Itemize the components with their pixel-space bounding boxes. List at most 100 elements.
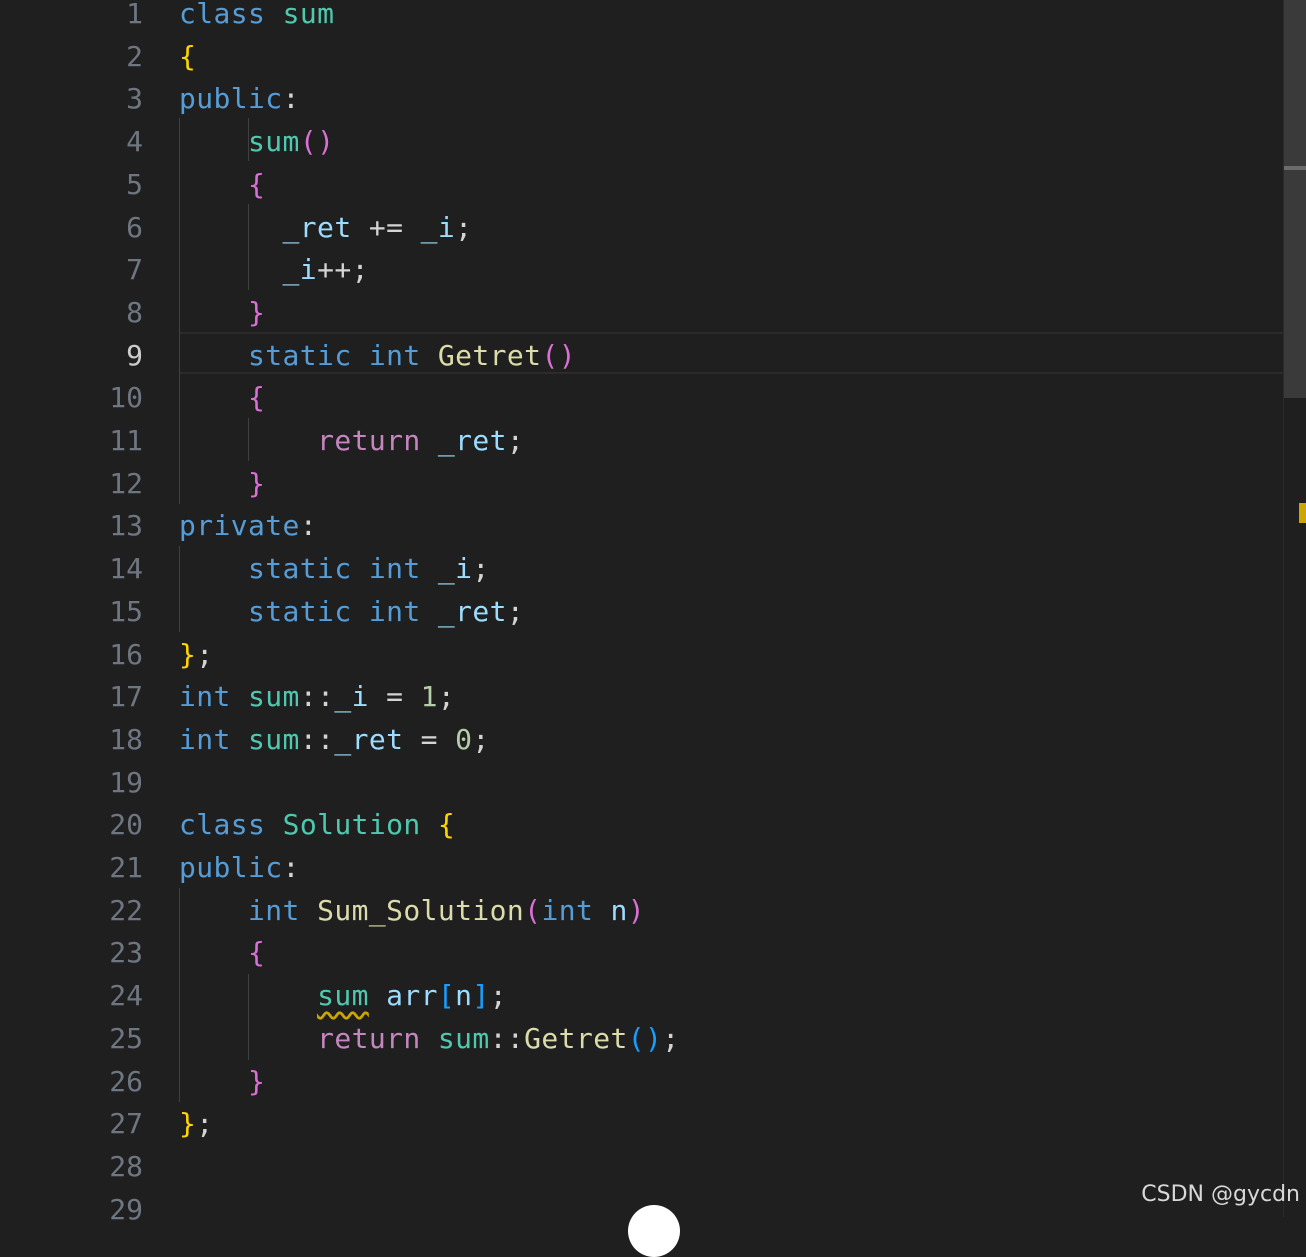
code-token: _ret [334,722,404,756]
code-token: () [299,125,335,159]
code-token: } [248,295,266,329]
code-token: public [179,82,283,116]
line-number: 10 [109,381,143,415]
line-number: 15 [109,594,143,628]
code-line[interactable]: 17 int sum::_i = 1; [0,675,1283,718]
scrollbar-warning-marker [1299,503,1306,523]
code-token: _ret [437,594,507,628]
line-number: 18 [109,722,143,756]
code-token: ; [196,637,214,671]
code-token: int [541,893,594,927]
code-line[interactable]: 27}; [0,1102,1283,1145]
line-number: 5 [126,167,143,201]
code-token: = [368,680,421,714]
line-code: } [179,291,265,334]
code-line[interactable]: 19 [0,761,1283,804]
line-code: static int _ret; [179,590,524,633]
code-line[interactable]: 11 return _ret; [0,419,1283,462]
code-line[interactable]: 20 class Solution { [0,803,1283,846]
code-line[interactable]: 6 _ret += _i; [0,206,1283,249]
line-code: { [179,376,265,419]
line-number: 1 [126,0,143,30]
code-token: } [248,1064,266,1098]
line-code: class Solution { [179,803,455,846]
code-token: ( [524,893,542,927]
line-number: 6 [126,210,143,244]
line-code: static int Getret() [179,334,576,377]
line-code: public: [179,77,300,120]
vertical-scrollbar[interactable] [1283,0,1306,1217]
code-token: class [179,0,266,30]
code-line[interactable]: 8 } [0,291,1283,334]
code-token: ; [472,722,490,756]
code-line[interactable]: 4 sum() [0,120,1283,163]
line-number: 26 [109,1064,143,1098]
line-code: }; [179,633,214,676]
code-token: { [437,808,456,842]
line-number: 22 [109,893,143,927]
code-line[interactable]: 9 static int Getret() [0,334,1283,377]
line-number: 25 [109,1021,143,1055]
code-line[interactable]: 5 { [0,163,1283,206]
code-line[interactable]: 25 return sum::Getret(); [0,1017,1283,1060]
line-code: { [179,163,265,206]
line-code: } [179,1060,265,1103]
code-token: int [179,680,231,714]
code-token: Getret [437,338,542,372]
code-line[interactable]: 21 public: [0,846,1283,889]
code-token: static [248,552,352,586]
code-line[interactable]: 26 } [0,1060,1283,1103]
code-token: () [627,1021,663,1055]
code-line[interactable]: 3 public: [0,77,1283,120]
code-token: ; [455,210,473,244]
code-line[interactable]: 16}; [0,633,1283,676]
code-line[interactable]: 23 { [0,931,1283,974]
scrollbar-cursor-marker [1284,166,1306,170]
code-token: { [248,167,266,201]
code-token: () [541,338,576,372]
line-number: 7 [126,253,143,287]
code-token: ) [627,893,646,927]
code-line[interactable]: 28 [0,1145,1283,1188]
code-token: { [248,381,266,415]
code-line[interactable]: 22 int Sum_Solution(int n) [0,889,1283,932]
code-line[interactable]: 2{ [0,35,1283,78]
code-line[interactable]: 7 _i++; [0,248,1283,291]
code-editor[interactable]: 1 class sum 2{3 public: 4 sum() 5 {6 _ret += … [0,0,1306,1226]
code-token: ; [506,594,525,628]
code-line[interactable]: 15 static int _ret; [0,590,1283,633]
code-token: } [179,1107,197,1141]
code-line[interactable]: 14 static int _i; [0,547,1283,590]
code-line[interactable]: 13 private: [0,504,1283,547]
code-line[interactable]: 24 sum arr[n]; [0,974,1283,1017]
line-number: 16 [109,637,143,671]
code-token: sum [248,125,300,159]
code-token: 0 [455,722,473,756]
code-line[interactable]: 12 } [0,462,1283,505]
code-token: :: [299,680,335,714]
line-number: 28 [109,1149,143,1183]
line-code: } [179,462,265,505]
code-line[interactable]: 10 { [0,376,1283,419]
code-line[interactable]: 1 class sum [0,0,1283,35]
line-code: }; [179,1102,214,1145]
code-line[interactable]: 18 int sum::_ret = 0; [0,718,1283,761]
overlay-circle-button[interactable] [628,1205,680,1257]
line-number: 12 [109,466,143,500]
line-number: 8 [126,295,143,329]
scrollbar-thumb[interactable] [1284,0,1306,398]
